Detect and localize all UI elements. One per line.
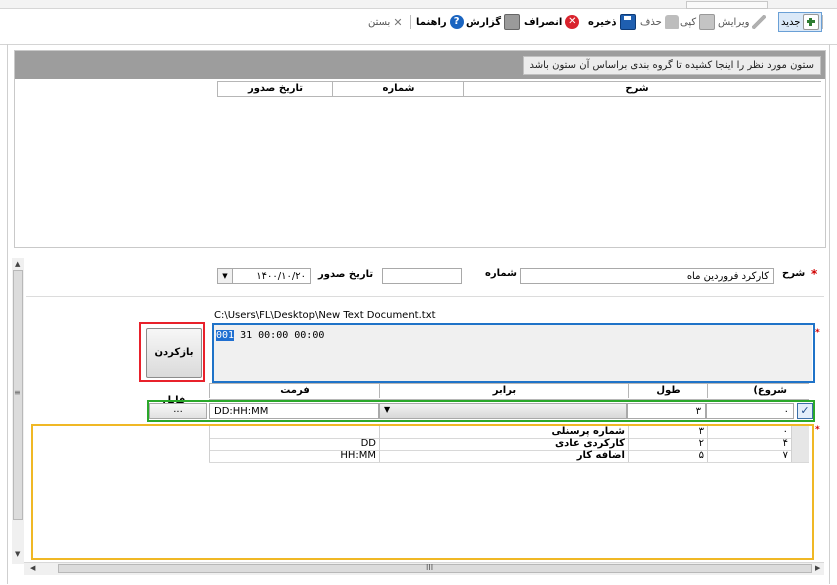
group-by-panel[interactable]: ستون مورد نظر را اینجا کشیده تا گروه بند… (15, 51, 825, 79)
grip-icon: ≡ (14, 388, 21, 397)
pencil-icon (752, 15, 767, 29)
divider (26, 296, 824, 297)
document-list-grid: ستون مورد نظر را اینجا کشیده تا گروه بند… (14, 50, 826, 248)
number-label: شماره (485, 268, 517, 279)
file-content-text: 31 00:00 00:00 (234, 330, 325, 341)
scroll-down-icon[interactable]: ▼ (15, 550, 20, 558)
top-tab[interactable] (686, 1, 768, 9)
help-label: راهنما (416, 16, 447, 28)
required-marker: * (811, 267, 818, 281)
separator (822, 15, 823, 29)
toolbar: جدید ویرایش کپی حذف ذخیره ✕ انصراف گزارش… (0, 0, 837, 45)
report-button[interactable]: گزارش (466, 14, 521, 30)
save-label: ذخیره (588, 16, 617, 28)
cancel-button[interactable]: ✕ انصراف (524, 14, 580, 30)
column-header-start[interactable]: (شروع (707, 384, 791, 398)
column-header-description[interactable]: شرح (463, 82, 810, 96)
column-header-number[interactable]: شماره (332, 82, 464, 96)
selected-text: 001 (216, 330, 235, 341)
length-field[interactable]: ۳ (627, 403, 706, 419)
number-field[interactable] (382, 268, 462, 284)
required-marker: * (815, 425, 820, 435)
column-header-format[interactable]: فرمت (209, 384, 380, 398)
equal-dropdown[interactable]: ▼ (379, 403, 627, 419)
column-header-issue-date[interactable]: تاریخ صدور (217, 82, 333, 96)
scroll-up-icon[interactable]: ▲ (15, 260, 20, 268)
cell-format[interactable]: HH:MM (209, 450, 379, 462)
cell-length[interactable]: ۵ (628, 450, 707, 462)
table-row[interactable]: ۷ ۵ اضافه کار HH:MM (209, 450, 809, 463)
file-path: C:\Users\FL\Desktop\New Text Document.tx… (214, 310, 436, 321)
cell-equal[interactable]: کارکردی عادی (379, 438, 628, 450)
horizontal-scrollbar[interactable]: ◀ III ▶ (24, 562, 824, 575)
column-header-length[interactable]: طول (628, 384, 708, 398)
new-label: جدید (781, 16, 801, 28)
copy-label: کپی (680, 16, 697, 28)
delete-label: حذف (640, 16, 662, 28)
cell-equal[interactable]: شماره پرسنلی (379, 426, 628, 438)
edit-label: ویرایش (718, 16, 750, 28)
checkbox[interactable]: ✓ (797, 403, 813, 419)
issue-date-field[interactable]: ▼ ۱۴۰۰/۱۰/۲۰ (217, 268, 311, 284)
save-button[interactable]: ذخیره (588, 14, 636, 30)
close-icon: ✕ (393, 15, 403, 29)
cell-start[interactable]: ۰ (707, 426, 791, 438)
report-label: گزارش (466, 16, 502, 28)
load-file-button[interactable]: بازکردن فایل (146, 328, 202, 406)
issue-date-value: ۱۴۰۰/۱۰/۲۰ (256, 271, 306, 282)
format-field[interactable]: DD:HH:MM (209, 403, 379, 419)
required-marker: * (815, 328, 820, 338)
cell-length[interactable]: ۲ (628, 438, 707, 450)
separator (410, 15, 411, 29)
cell-format[interactable]: DD (209, 438, 379, 450)
editor-row: ... DD:HH:MM ▼ ۳ ۰ ✓ (149, 402, 813, 420)
description-label: شرح (782, 268, 806, 279)
new-icon (803, 14, 820, 30)
copy-icon (699, 14, 716, 30)
cell-length[interactable]: ۳ (628, 426, 707, 438)
new-button[interactable]: جدید (778, 12, 823, 32)
column-header-equal[interactable]: برابر (379, 384, 629, 398)
trash-icon (664, 15, 679, 29)
cell-start[interactable]: ۷ (707, 450, 791, 462)
mapping-grid-header: (شروع طول برابر فرمت (209, 383, 809, 400)
row-indicator (791, 450, 809, 462)
frame-right (829, 44, 830, 584)
description-field[interactable]: کارکرد فروردین ماه (520, 268, 774, 284)
start-field[interactable]: ۰ (706, 403, 794, 419)
help-button[interactable]: ? راهنما (416, 14, 464, 30)
browse-button[interactable]: ... (149, 403, 207, 419)
copy-button[interactable]: کپی (680, 14, 716, 30)
close-label: بستن (368, 16, 391, 28)
row-indicator (791, 438, 809, 450)
edit-button[interactable]: ویرایش (718, 14, 767, 30)
grip-icon: III (426, 563, 434, 572)
chevron-down-icon[interactable]: ▼ (218, 269, 233, 283)
printer-icon (504, 14, 521, 30)
cell-equal[interactable]: اضافه کار (379, 450, 628, 462)
scroll-right-icon[interactable]: ▶ (815, 564, 820, 572)
issue-date-label: تاریخ صدور (318, 269, 374, 280)
cell-format[interactable] (209, 426, 379, 438)
delete-button[interactable]: حذف (640, 14, 679, 30)
close-button[interactable]: ✕ بستن (368, 14, 403, 30)
group-by-hint: ستون مورد نظر را اینجا کشیده تا گروه بند… (522, 56, 821, 75)
cancel-label: انصراف (524, 16, 563, 28)
cell-start[interactable]: ۴ (707, 438, 791, 450)
file-content-memo[interactable]: 001 31 00:00 00:00 (214, 325, 812, 381)
scroll-thumb[interactable] (58, 564, 812, 573)
scroll-left-icon[interactable]: ◀ (30, 564, 35, 572)
chevron-down-icon: ▼ (384, 405, 391, 414)
grid-header: شرح شماره تاریخ صدور (217, 81, 821, 97)
cancel-icon: ✕ (565, 15, 580, 29)
row-indicator (791, 426, 809, 438)
help-icon: ? (449, 15, 464, 29)
frame-left (7, 44, 8, 584)
vertical-scrollbar[interactable]: ▲ ≡ ▼ (12, 258, 24, 564)
floppy-icon (619, 14, 636, 30)
